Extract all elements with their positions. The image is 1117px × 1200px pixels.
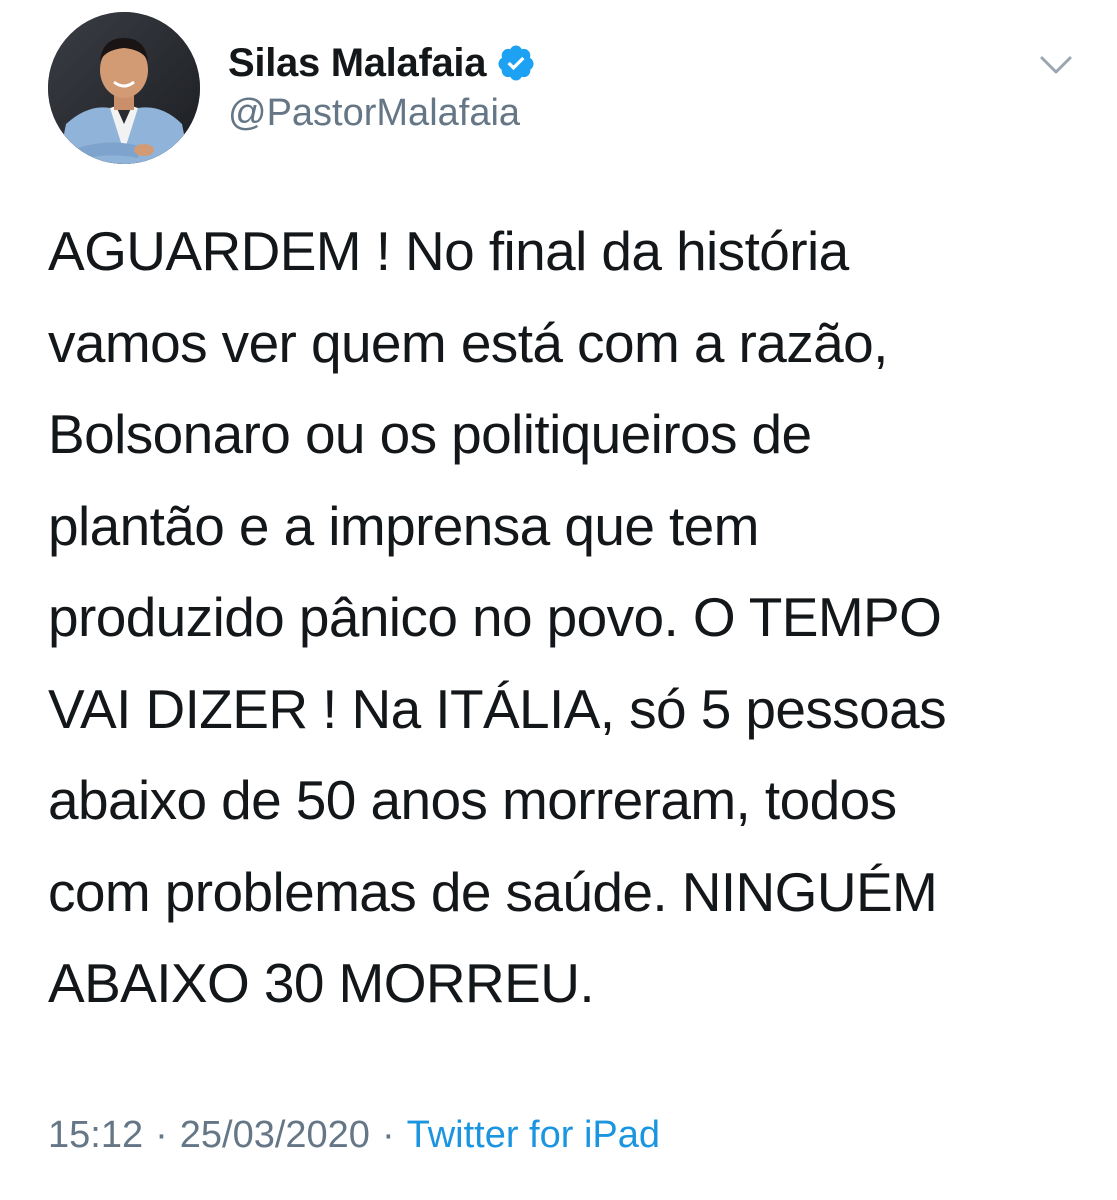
- author-name-row: Silas Malafaia: [228, 38, 536, 88]
- tweet-date[interactable]: 25/03/2020: [180, 1114, 370, 1157]
- verified-badge-icon: [496, 43, 536, 83]
- tweet-meta: 15:12 · 25/03/2020 · Twitter for iPad: [48, 1114, 660, 1157]
- meta-separator: ·: [381, 1114, 395, 1156]
- avatar[interactable]: [48, 12, 200, 164]
- avatar-image: [48, 12, 200, 164]
- author-handle[interactable]: @PastorMalafaia: [228, 92, 520, 135]
- tweet-source-link[interactable]: Twitter for iPad: [407, 1114, 660, 1157]
- tweet-time[interactable]: 15:12: [48, 1114, 143, 1157]
- tweet-card: Silas Malafaia @PastorMalafaia AGUARDEM …: [0, 0, 1117, 1200]
- author-display-name[interactable]: Silas Malafaia: [228, 41, 486, 86]
- tweet-text: AGUARDEM ! No final da história vamos ve…: [48, 220, 947, 1014]
- chevron-down-icon[interactable]: [1036, 50, 1076, 78]
- meta-separator: ·: [155, 1114, 168, 1156]
